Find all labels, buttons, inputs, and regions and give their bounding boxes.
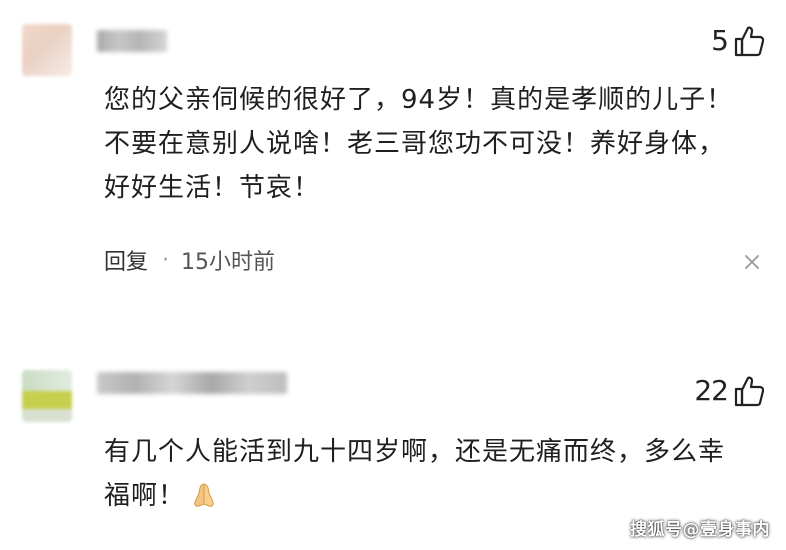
username-blurred[interactable] <box>97 372 287 394</box>
like-count: 22 <box>694 374 729 407</box>
watermark: 搜狐号@壹身事内 <box>630 520 770 540</box>
avatar[interactable] <box>22 370 72 422</box>
close-icon[interactable] <box>744 254 760 270</box>
timestamp: 15小时前 <box>181 250 276 275</box>
like-count: 5 <box>711 24 729 57</box>
like-button[interactable]: 22 <box>694 374 764 407</box>
comment-card: 5 您的父亲伺候的很好了，94岁！真的是孝顺的儿子！ 不要在意别人说啥！老三哥您… <box>0 0 786 300</box>
comment-line: 您的父亲伺候的很好了，94岁！真的是孝顺的儿子！ <box>104 85 734 115</box>
comment-line: 有几个人能活到九十四岁啊，还是无痛而终，多么幸 <box>104 437 726 467</box>
avatar[interactable] <box>22 24 72 76</box>
reply-button[interactable]: 回复 <box>104 244 148 276</box>
thumbs-up-icon <box>734 26 764 56</box>
comment-text: 有几个人能活到九十四岁啊，还是无痛而终，多么幸 福啊！ <box>104 430 764 518</box>
thumbs-up-icon <box>734 376 764 406</box>
comment-text: 您的父亲伺候的很好了，94岁！真的是孝顺的儿子！ 不要在意别人说啥！老三哥您功不… <box>104 78 764 210</box>
comment-line: 不要在意别人说啥！老三哥您功不可没！养好身体， <box>104 129 726 159</box>
comment-line: 福啊！ <box>104 474 764 518</box>
comment-line: 好好生活！节哀！ <box>104 173 321 203</box>
comment-line-text: 福啊！ <box>104 481 186 511</box>
comment-meta: 回复 · 15小时前 <box>104 244 275 276</box>
folded-hands-icon <box>194 483 214 507</box>
username-blurred[interactable] <box>97 30 167 52</box>
like-button[interactable]: 5 <box>711 24 764 57</box>
separator-dot: · <box>162 247 170 273</box>
